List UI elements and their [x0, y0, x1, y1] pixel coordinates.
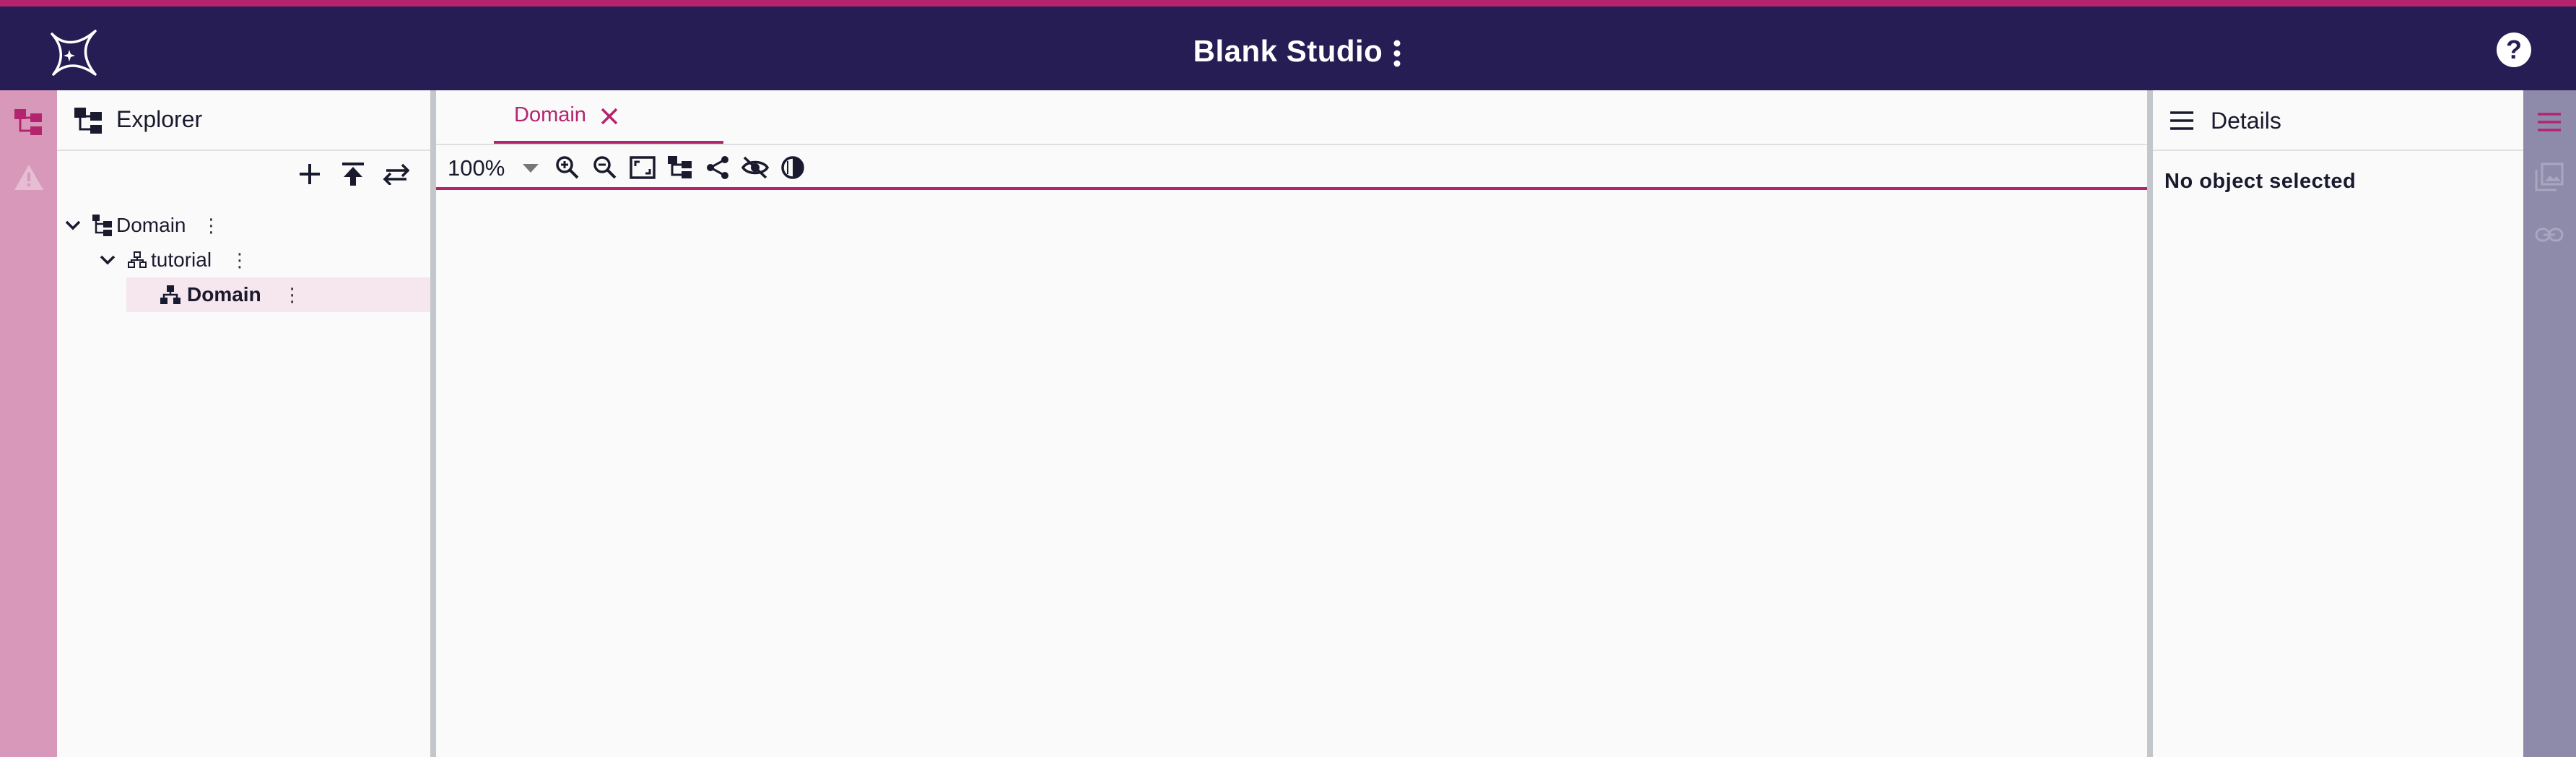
fit-to-screen-icon[interactable] [627, 152, 658, 183]
arrange-layout-icon[interactable] [664, 152, 696, 183]
model-hierarchy-icon [126, 249, 148, 271]
add-icon[interactable] [291, 155, 328, 193]
menu-icon [2164, 105, 2199, 137]
close-icon[interactable] [595, 102, 624, 131]
zoom-in-icon[interactable] [552, 152, 583, 183]
more-vert-icon[interactable]: ⋮ [201, 215, 220, 237]
tab-label: Domain [514, 103, 586, 126]
details-title: Details [2211, 108, 2281, 134]
domain-tree-icon [90, 213, 115, 238]
explorer-resize-handle[interactable] [430, 90, 436, 757]
more-vert-icon[interactable]: ⋮ [230, 249, 249, 272]
explorer-tree-icon [71, 103, 106, 138]
accent-stripe [0, 0, 2576, 7]
tab-domain[interactable]: Domain [494, 90, 723, 144]
diagram-canvas[interactable] [436, 193, 2147, 757]
explorer-header: Explorer [57, 90, 430, 151]
app-title: Blank Studio [1193, 34, 1383, 68]
zoom-out-icon[interactable] [589, 152, 621, 183]
right-activity-bar [2523, 90, 2576, 757]
tree-row-domain-root[interactable]: Domain ⋮ [57, 208, 430, 243]
details-resize-handle[interactable] [2147, 90, 2153, 757]
more-vert-icon[interactable] [1380, 35, 1414, 72]
chevron-down-icon[interactable] [96, 248, 119, 272]
warning-icon[interactable] [12, 160, 46, 194]
explorer-panel: Explorer Domain ⋮ tutorial ⋮ Domain ⋮ [57, 90, 430, 757]
help-icon[interactable]: ? [2497, 33, 2531, 67]
images-icon[interactable] [2532, 160, 2567, 194]
left-activity-bar [0, 90, 57, 757]
tree-item-label: Domain [187, 283, 261, 306]
zoom-level-select[interactable]: 100% [448, 155, 505, 181]
details-header: Details [2153, 90, 2523, 151]
collapse-all-icon[interactable] [334, 155, 372, 193]
sync-arrows-icon[interactable] [378, 155, 415, 193]
link-icon[interactable] [2532, 217, 2567, 252]
diagram-toolbar: 100% [436, 145, 2147, 190]
tree-row-tutorial[interactable]: tutorial ⋮ [57, 243, 430, 277]
app-header: Blank Studio ? [0, 7, 2576, 90]
more-vert-icon[interactable]: ⋮ [283, 284, 302, 306]
tree-item-label: tutorial [151, 248, 212, 271]
details-panel: Details No object selected [2153, 90, 2523, 757]
details-view-icon[interactable] [2532, 105, 2567, 139]
share-icon[interactable] [702, 152, 734, 183]
explorer-title: Explorer [116, 106, 203, 132]
tree-row-domain-selected[interactable]: Domain ⋮ [126, 277, 430, 312]
domain-diagram-icon [158, 282, 183, 307]
chevron-down-icon[interactable] [61, 214, 84, 237]
dropdown-arrow-icon[interactable] [523, 164, 539, 173]
contrast-icon[interactable] [777, 152, 809, 183]
editor-area: Domain 100% [436, 90, 2147, 757]
visibility-off-icon[interactable] [739, 152, 771, 183]
explorer-view-icon[interactable] [12, 105, 46, 139]
explorer-tree: Domain ⋮ tutorial ⋮ Domain ⋮ [57, 208, 430, 312]
details-empty-message: No object selected [2164, 170, 2357, 193]
tree-item-label: Domain [116, 214, 186, 236]
